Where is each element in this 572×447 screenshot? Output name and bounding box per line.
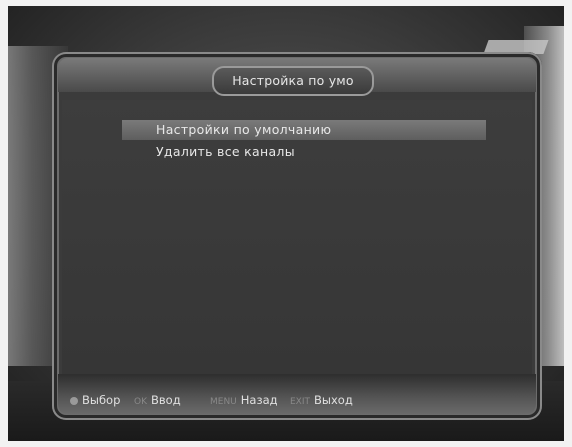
menu-panel: Настройки по умолчанию Удалить все канал…	[62, 100, 532, 374]
hint-exit-label: Выход	[314, 393, 353, 407]
hint-select-label: Выбор	[82, 393, 121, 407]
hint-enter-label: Ввод	[151, 393, 181, 407]
hint-back: MENU Назад	[210, 392, 278, 408]
exit-key-icon: EXIT	[290, 397, 311, 407]
navigate-icon	[70, 396, 78, 405]
ok-key-icon: OK	[134, 397, 147, 407]
hint-enter: OK Ввод	[134, 392, 181, 408]
hint-back-label: Назад	[240, 393, 278, 407]
dialog-title: Настройка по умо	[212, 66, 374, 96]
menu-item-delete-all-channels[interactable]: Удалить все каналы	[122, 142, 486, 162]
menu-key-icon: MENU	[210, 397, 237, 407]
hint-select: Выбор	[70, 392, 120, 408]
menu-item-factory-defaults[interactable]: Настройки по умолчанию	[122, 120, 486, 140]
hint-exit: EXIT Выход	[290, 392, 353, 408]
hint-bar: Выбор OK Ввод MENU Назад EXIT Выход	[58, 374, 536, 414]
settings-dialog: Настройка по умо Настройки по умолчанию …	[52, 52, 542, 420]
